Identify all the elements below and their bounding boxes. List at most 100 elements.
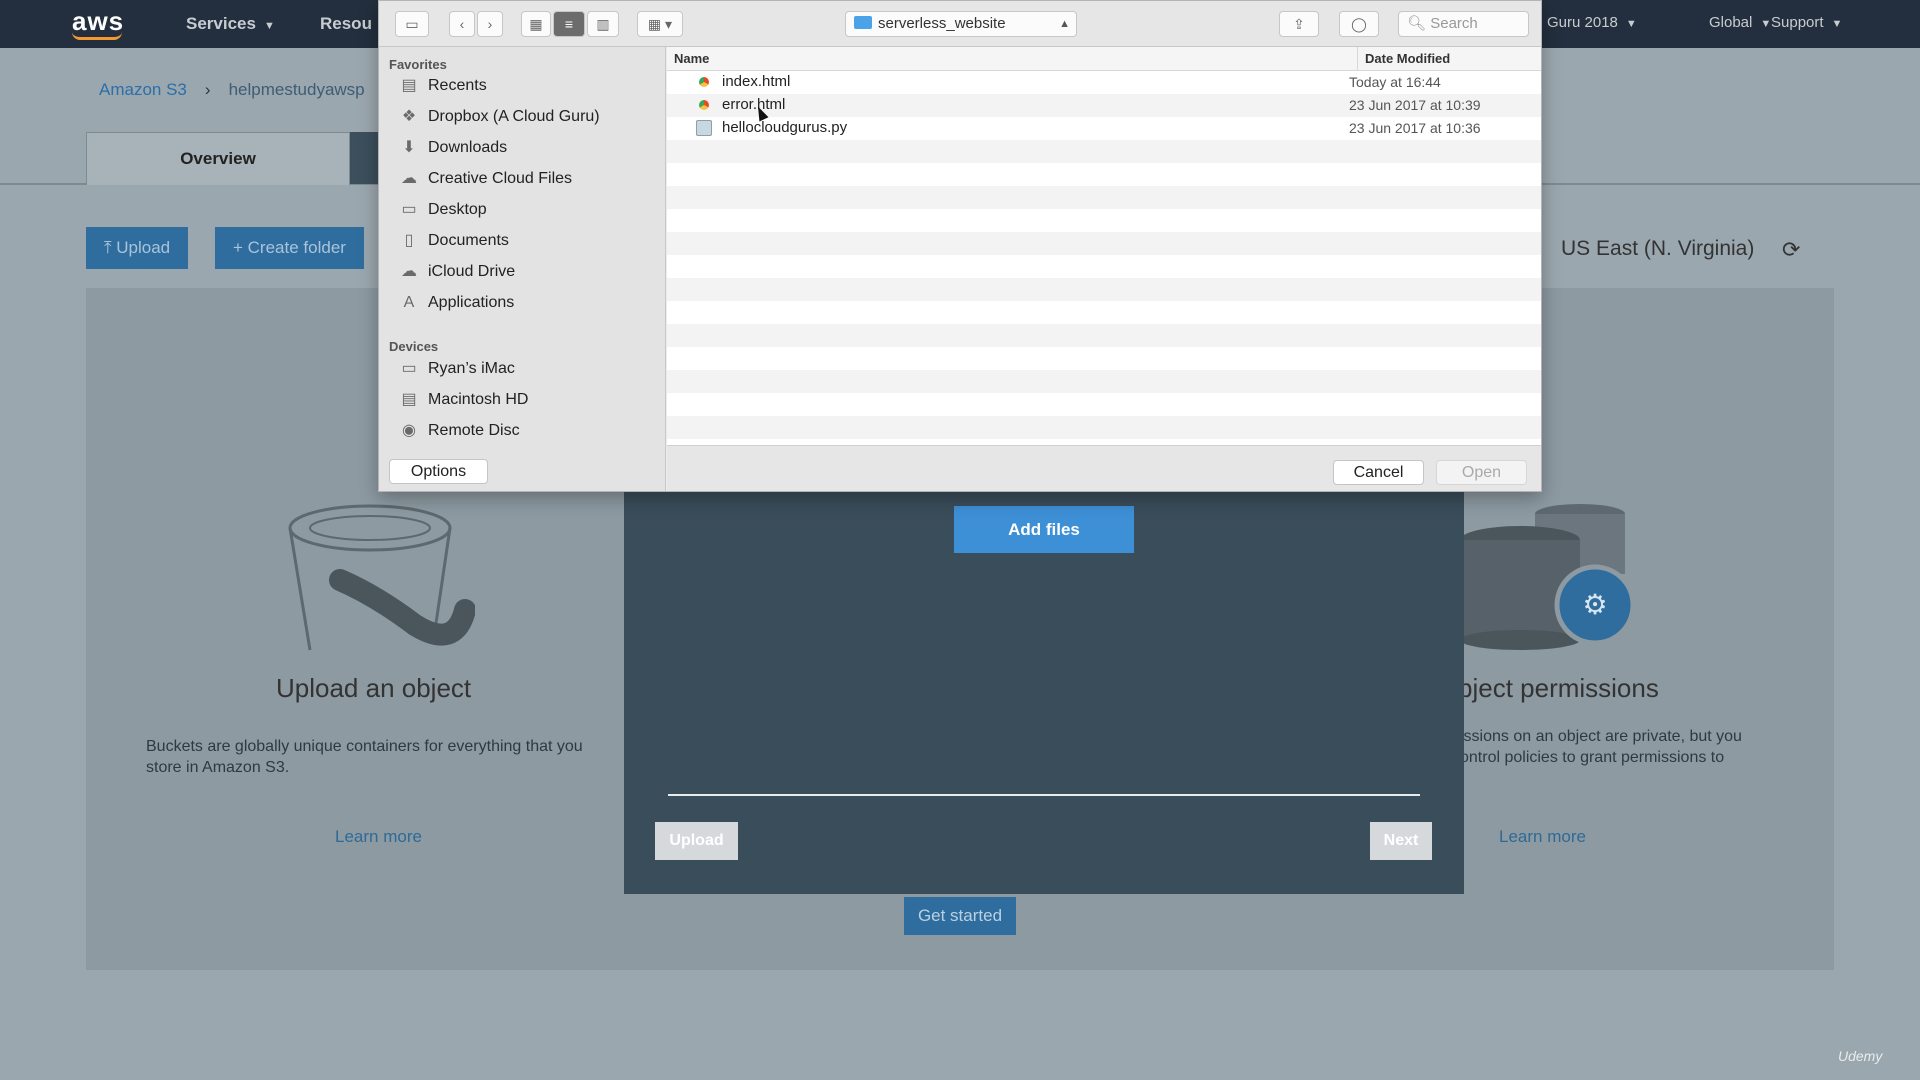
column-view-icon[interactable]: ▥ (587, 11, 619, 37)
tab-overview[interactable]: Overview (86, 132, 350, 185)
nav-account[interactable]: Guru 2018 ▼ (1547, 14, 1637, 31)
sidebar-item-macintosh-hd[interactable]: ▤ Macintosh HD (399, 389, 528, 411)
file-picker-toolbar: ▭ ‹ › ▦ ≡ ▥ ▦ ▾ serverless_website ▲ ⇪ ◯… (379, 1, 1541, 47)
icon-view-icon[interactable]: ▦ (521, 11, 551, 37)
forward-icon[interactable]: › (477, 11, 503, 37)
sidebar-toggle-icon[interactable]: ▭ (395, 11, 429, 37)
hard-disk-icon: ▤ (401, 391, 417, 408)
database-permissions-illustration: ⚙ (1460, 504, 1636, 650)
file-name: index.html (722, 73, 791, 90)
file-list-header: Name Date Modified (667, 47, 1541, 71)
desktop-icon: ▭ (401, 201, 417, 218)
bucket-illustration (288, 504, 475, 651)
file-date: 23 Jun 2017 at 10:36 (1349, 120, 1481, 136)
breadcrumb: Amazon S3 › helpmestudyawsp (99, 80, 365, 100)
card-upload-learn-more[interactable]: Learn more (335, 827, 422, 847)
breadcrumb-bucket: helpmestudyawsp (228, 80, 365, 99)
file-picker-footer: Cancel Open (667, 445, 1541, 491)
column-header-date[interactable]: Date Modified (1365, 47, 1450, 71)
nav-services[interactable]: Services ▼ (186, 14, 275, 34)
column-header-name[interactable]: Name (674, 47, 709, 71)
chevron-down-icon: ▼ (263, 20, 275, 32)
file-picker-sidebar: Favorites ▤ Recents ❖ Dropbox (A Cloud Gur… (379, 47, 666, 491)
sidebar-item-remote-disc[interactable]: ◉ Remote Disc (399, 420, 520, 442)
documents-icon: ▯ (404, 232, 414, 249)
creative-cloud-icon: ☁ (401, 170, 417, 187)
breadcrumb-separator: › (204, 80, 211, 99)
favorites-heading: Favorites (389, 57, 447, 72)
sidebar-item-desktop[interactable]: ▭ Desktop (399, 199, 486, 221)
cancel-button[interactable]: Cancel (1333, 460, 1424, 485)
empty-row (667, 232, 1541, 255)
udemy-watermark: Udemy (1838, 1048, 1883, 1064)
list-view-icon[interactable]: ≡ (553, 11, 585, 37)
sidebar-item-icloud[interactable]: ☁ iCloud Drive (399, 261, 515, 283)
card-upload-text: Buckets are globally unique containers f… (146, 738, 583, 776)
chevron-down-icon: ▼ (1625, 18, 1637, 30)
sidebar-item-recents[interactable]: ▤ Recents (399, 75, 486, 97)
sidebar-item-creative-cloud[interactable]: ☁ Creative Cloud Files (399, 168, 572, 190)
chevron-down-icon: ▼ (1760, 18, 1772, 30)
tag-icon[interactable]: ◯ (1339, 11, 1379, 37)
share-icon[interactable]: ⇪ (1279, 11, 1319, 37)
empty-row (667, 370, 1541, 393)
add-files-button[interactable]: Add files (954, 506, 1134, 553)
disc-icon: ◉ (402, 422, 416, 439)
dialog-upload-button[interactable]: Upload (655, 822, 738, 860)
search-input[interactable]: 🔍︎ Search (1398, 11, 1529, 37)
sidebar-item-imac[interactable]: ▭ Ryan’s iMac (399, 358, 514, 380)
refresh-icon[interactable]: ⟳ (1782, 237, 1800, 263)
search-icon: 🔍︎ (1407, 15, 1431, 32)
nav-support[interactable]: Support ▼ (1771, 14, 1842, 31)
card-upload-title: Upload an object (276, 673, 472, 703)
python-file-icon (696, 120, 712, 136)
sidebar-item-dropbox[interactable]: ❖ Dropbox (A Cloud Guru) (399, 106, 600, 128)
devices-heading: Devices (389, 339, 439, 354)
nav-region[interactable]: Global ▼ (1709, 14, 1771, 31)
sidebar-item-applications[interactable]: A Applications (399, 292, 515, 314)
get-started-button[interactable]: Get started (904, 897, 1016, 935)
upload-icon: ⤒ (104, 238, 117, 257)
breadcrumb-amazon-s3[interactable]: Amazon S3 (99, 80, 187, 99)
arrange-menu-icon[interactable]: ▦ ▾ (637, 11, 683, 37)
tab-properties[interactable] (350, 132, 380, 184)
card-permissions-learn-more[interactable]: Learn more (1499, 827, 1586, 847)
aws-logo-smile (72, 32, 122, 40)
back-icon[interactable]: ‹ (449, 11, 475, 37)
file-row[interactable]: hellocloudgurus.py 23 Jun 2017 at 10:36 (667, 117, 1541, 140)
card-permissions-text-line-1: issions on an object are private, but yo… (1460, 728, 1742, 745)
empty-row (667, 416, 1541, 439)
dropbox-icon: ❖ (401, 108, 417, 125)
file-picker-dialog: ▭ ‹ › ▦ ≡ ▥ ▦ ▾ serverless_website ▲ ⇪ ◯… (378, 0, 1542, 492)
applications-icon: A (403, 294, 415, 311)
sidebar-item-downloads[interactable]: ⬇ Downloads (399, 137, 507, 159)
file-row[interactable]: index.html Today at 16:44 (667, 71, 1541, 94)
region-label: US East (N. Virginia) (1561, 237, 1755, 260)
file-date: 23 Jun 2017 at 10:39 (1349, 97, 1481, 113)
file-list: Name Date Modified index.html Today at 1… (667, 47, 1541, 445)
empty-row (667, 324, 1541, 347)
sidebar-item-documents[interactable]: ▯ Documents (399, 230, 509, 252)
card-permissions-text: issions on an object are private, but yo… (1460, 726, 1780, 768)
current-folder-name: serverless_website (878, 15, 1006, 32)
folder-path-popup[interactable]: serverless_website ▲ (845, 11, 1077, 37)
chevron-up-down-icon: ▲ (1059, 18, 1070, 30)
upload-button[interactable]: ⤒ Upload (86, 227, 189, 269)
empty-row (667, 140, 1541, 163)
folder-icon (854, 16, 872, 29)
svg-text:⚙: ⚙ (1582, 588, 1607, 621)
create-folder-button[interactable]: + Create folder (215, 227, 364, 269)
card-permissions-title: bject permissions (1458, 673, 1659, 703)
downloads-icon: ⬇ (402, 139, 416, 156)
upload-progress-line (668, 794, 1420, 796)
html-file-icon (699, 77, 709, 87)
file-name: hellocloudgurus.py (722, 119, 848, 136)
dialog-next-button[interactable]: Next (1370, 822, 1432, 860)
nav-resource-groups[interactable]: Resou (320, 14, 372, 34)
file-row[interactable]: error.html 23 Jun 2017 at 10:39 (667, 94, 1541, 117)
recents-icon: ▤ (401, 77, 417, 94)
options-button[interactable]: Options (389, 459, 488, 484)
plus-icon: + (233, 238, 248, 257)
imac-icon: ▭ (401, 360, 417, 377)
open-button[interactable]: Open (1436, 460, 1527, 485)
